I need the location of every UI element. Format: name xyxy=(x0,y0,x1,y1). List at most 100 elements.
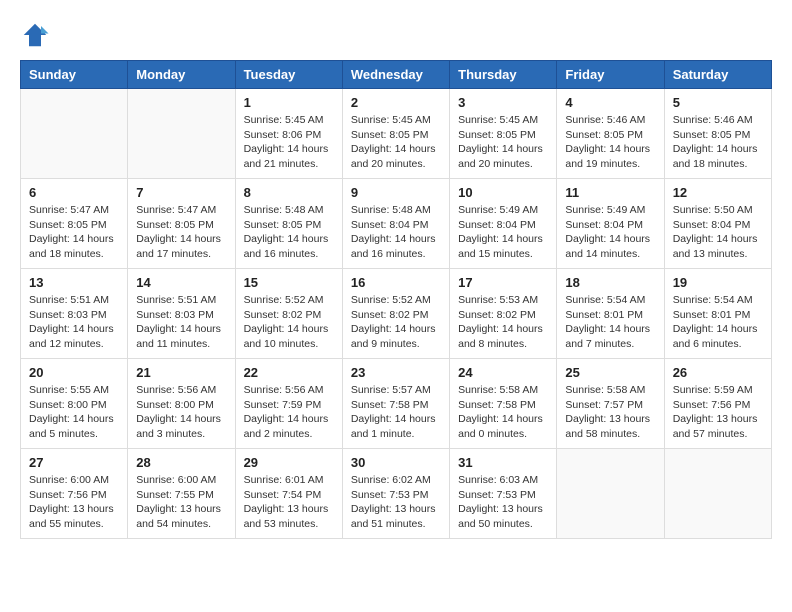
day-number: 21 xyxy=(136,365,226,380)
day-number: 25 xyxy=(565,365,655,380)
calendar-cell: 8 Sunrise: 5:48 AMSunset: 8:05 PMDaylight… xyxy=(235,179,342,269)
cell-info: Sunrise: 5:53 AMSunset: 8:02 PMDaylight:… xyxy=(458,293,548,352)
calendar-cell: 26 Sunrise: 5:59 AMSunset: 7:56 PMDayligh… xyxy=(664,359,771,449)
cell-info: Sunrise: 5:47 AMSunset: 8:05 PMDaylight:… xyxy=(136,203,226,262)
calendar-cell: 5 Sunrise: 5:46 AMSunset: 8:05 PMDaylight… xyxy=(664,89,771,179)
calendar-cell xyxy=(128,89,235,179)
calendar-cell: 18 Sunrise: 5:54 AMSunset: 8:01 PMDayligh… xyxy=(557,269,664,359)
calendar-cell: 20 Sunrise: 5:55 AMSunset: 8:00 PMDayligh… xyxy=(21,359,128,449)
day-number: 2 xyxy=(351,95,441,110)
column-header-sunday: Sunday xyxy=(21,61,128,89)
cell-info: Sunrise: 5:48 AMSunset: 8:05 PMDaylight:… xyxy=(244,203,334,262)
cell-info: Sunrise: 5:45 AMSunset: 8:05 PMDaylight:… xyxy=(351,113,441,172)
calendar-cell: 24 Sunrise: 5:58 AMSunset: 7:58 PMDayligh… xyxy=(450,359,557,449)
column-header-monday: Monday xyxy=(128,61,235,89)
day-number: 16 xyxy=(351,275,441,290)
calendar-cell: 4 Sunrise: 5:46 AMSunset: 8:05 PMDaylight… xyxy=(557,89,664,179)
calendar-cell: 1Sunrise: 5:45 AMSunset: 8:06 PMDaylight… xyxy=(235,89,342,179)
day-number: 26 xyxy=(673,365,763,380)
calendar-table: SundayMondayTuesdayWednesdayThursdayFrid… xyxy=(20,60,772,539)
calendar-cell: 2 Sunrise: 5:45 AMSunset: 8:05 PMDaylight… xyxy=(342,89,449,179)
calendar-cell: 31 Sunrise: 6:03 AMSunset: 7:53 PMDayligh… xyxy=(450,449,557,539)
cell-info: Sunrise: 5:50 AMSunset: 8:04 PMDaylight:… xyxy=(673,203,763,262)
calendar-cell: 19Sunrise: 5:54 AMSunset: 8:01 PMDayligh… xyxy=(664,269,771,359)
calendar-cell: 25 Sunrise: 5:58 AMSunset: 7:57 PMDayligh… xyxy=(557,359,664,449)
column-header-wednesday: Wednesday xyxy=(342,61,449,89)
cell-info: Sunrise: 5:59 AMSunset: 7:56 PMDaylight:… xyxy=(673,383,763,442)
week-row-1: 1Sunrise: 5:45 AMSunset: 8:06 PMDaylight… xyxy=(21,89,772,179)
day-number: 7 xyxy=(136,185,226,200)
day-number: 8 xyxy=(244,185,334,200)
calendar-cell xyxy=(664,449,771,539)
logo-icon xyxy=(20,20,50,50)
cell-info: Sunrise: 5:57 AMSunset: 7:58 PMDaylight:… xyxy=(351,383,441,442)
day-number: 4 xyxy=(565,95,655,110)
cell-info: Sunrise: 6:02 AMSunset: 7:53 PMDaylight:… xyxy=(351,473,441,532)
day-number: 5 xyxy=(673,95,763,110)
calendar-cell: 29 Sunrise: 6:01 AMSunset: 7:54 PMDayligh… xyxy=(235,449,342,539)
cell-info: Sunrise: 5:45 AMSunset: 8:05 PMDaylight:… xyxy=(458,113,548,172)
day-number: 14 xyxy=(136,275,226,290)
calendar-cell: 3Sunrise: 5:45 AMSunset: 8:05 PMDaylight… xyxy=(450,89,557,179)
column-header-saturday: Saturday xyxy=(664,61,771,89)
day-number: 11 xyxy=(565,185,655,200)
column-header-friday: Friday xyxy=(557,61,664,89)
day-number: 23 xyxy=(351,365,441,380)
calendar-cell: 6 Sunrise: 5:47 AMSunset: 8:05 PMDaylight… xyxy=(21,179,128,269)
cell-info: Sunrise: 5:54 AMSunset: 8:01 PMDaylight:… xyxy=(673,293,763,352)
calendar-cell: 23 Sunrise: 5:57 AMSunset: 7:58 PMDayligh… xyxy=(342,359,449,449)
calendar-cell: 15 Sunrise: 5:52 AMSunset: 8:02 PMDayligh… xyxy=(235,269,342,359)
day-number: 15 xyxy=(244,275,334,290)
day-number: 1 xyxy=(244,95,334,110)
day-number: 6 xyxy=(29,185,119,200)
cell-info: Sunrise: 6:03 AMSunset: 7:53 PMDaylight:… xyxy=(458,473,548,532)
cell-info: Sunrise: 5:46 AMSunset: 8:05 PMDaylight:… xyxy=(565,113,655,172)
day-number: 29 xyxy=(244,455,334,470)
cell-info: Sunrise: 6:01 AMSunset: 7:54 PMDaylight:… xyxy=(244,473,334,532)
calendar-cell: 27Sunrise: 6:00 AMSunset: 7:56 PMDayligh… xyxy=(21,449,128,539)
cell-info: Sunrise: 5:49 AMSunset: 8:04 PMDaylight:… xyxy=(565,203,655,262)
calendar-cell: 21 Sunrise: 5:56 AMSunset: 8:00 PMDayligh… xyxy=(128,359,235,449)
page-header xyxy=(20,20,772,50)
cell-info: Sunrise: 5:46 AMSunset: 8:05 PMDaylight:… xyxy=(673,113,763,172)
cell-info: Sunrise: 5:51 AMSunset: 8:03 PMDaylight:… xyxy=(136,293,226,352)
day-number: 9 xyxy=(351,185,441,200)
cell-info: Sunrise: 5:52 AMSunset: 8:02 PMDaylight:… xyxy=(244,293,334,352)
day-number: 12 xyxy=(673,185,763,200)
cell-info: Sunrise: 5:47 AMSunset: 8:05 PMDaylight:… xyxy=(29,203,119,262)
calendar-header-row: SundayMondayTuesdayWednesdayThursdayFrid… xyxy=(21,61,772,89)
logo xyxy=(20,20,56,50)
day-number: 17 xyxy=(458,275,548,290)
day-number: 30 xyxy=(351,455,441,470)
calendar-cell: 13Sunrise: 5:51 AMSunset: 8:03 PMDayligh… xyxy=(21,269,128,359)
day-number: 31 xyxy=(458,455,548,470)
cell-info: Sunrise: 5:55 AMSunset: 8:00 PMDaylight:… xyxy=(29,383,119,442)
day-number: 10 xyxy=(458,185,548,200)
calendar-cell xyxy=(557,449,664,539)
calendar-cell: 28Sunrise: 6:00 AMSunset: 7:55 PMDayligh… xyxy=(128,449,235,539)
cell-info: Sunrise: 5:54 AMSunset: 8:01 PMDaylight:… xyxy=(565,293,655,352)
calendar-cell: 16 Sunrise: 5:52 AMSunset: 8:02 PMDayligh… xyxy=(342,269,449,359)
cell-info: Sunrise: 5:56 AMSunset: 7:59 PMDaylight:… xyxy=(244,383,334,442)
column-header-tuesday: Tuesday xyxy=(235,61,342,89)
day-number: 24 xyxy=(458,365,548,380)
calendar-cell: 30 Sunrise: 6:02 AMSunset: 7:53 PMDayligh… xyxy=(342,449,449,539)
calendar-cell: 14 Sunrise: 5:51 AMSunset: 8:03 PMDayligh… xyxy=(128,269,235,359)
cell-info: Sunrise: 5:49 AMSunset: 8:04 PMDaylight:… xyxy=(458,203,548,262)
calendar-cell: 10 Sunrise: 5:49 AMSunset: 8:04 PMDayligh… xyxy=(450,179,557,269)
calendar-cell: 22 Sunrise: 5:56 AMSunset: 7:59 PMDayligh… xyxy=(235,359,342,449)
day-number: 18 xyxy=(565,275,655,290)
cell-info: Sunrise: 5:48 AMSunset: 8:04 PMDaylight:… xyxy=(351,203,441,262)
cell-info: Sunrise: 5:58 AMSunset: 7:58 PMDaylight:… xyxy=(458,383,548,442)
day-number: 20 xyxy=(29,365,119,380)
day-number: 22 xyxy=(244,365,334,380)
calendar-cell: 9 Sunrise: 5:48 AMSunset: 8:04 PMDaylight… xyxy=(342,179,449,269)
day-number: 28 xyxy=(136,455,226,470)
cell-info: Sunrise: 5:51 AMSunset: 8:03 PMDaylight:… xyxy=(29,293,119,352)
column-header-thursday: Thursday xyxy=(450,61,557,89)
cell-info: Sunrise: 5:58 AMSunset: 7:57 PMDaylight:… xyxy=(565,383,655,442)
calendar-cell: 12 Sunrise: 5:50 AMSunset: 8:04 PMDayligh… xyxy=(664,179,771,269)
cell-info: Sunrise: 5:56 AMSunset: 8:00 PMDaylight:… xyxy=(136,383,226,442)
calendar-cell: 7 Sunrise: 5:47 AMSunset: 8:05 PMDaylight… xyxy=(128,179,235,269)
cell-info: Sunrise: 5:52 AMSunset: 8:02 PMDaylight:… xyxy=(351,293,441,352)
